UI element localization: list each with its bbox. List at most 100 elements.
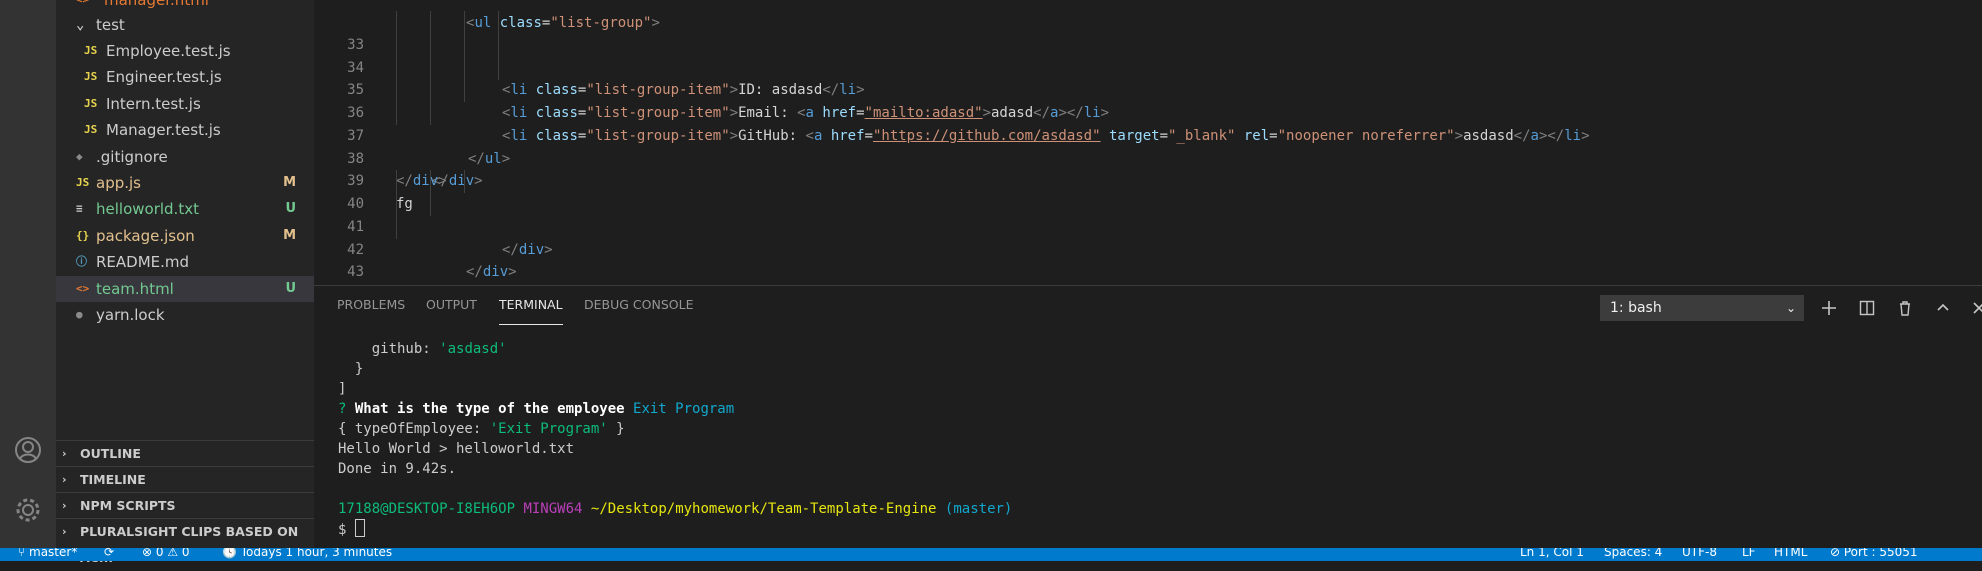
terminal-select-value: 1: bash: [1610, 300, 1662, 316]
terminal-line: Hello World > helloworld.txt: [338, 441, 575, 457]
split-terminal-icon[interactable]: [1854, 295, 1880, 321]
file-tree-item[interactable]: JS Manager.test.js: [56, 117, 314, 143]
code-line: 44: [314, 261, 1982, 284]
file-tree-item[interactable]: ⓘ README.md: [56, 249, 314, 275]
file-tree-label: team.html: [96, 280, 174, 298]
code-line: 40 </div>: [314, 170, 1982, 258]
chevron-right-icon: ›: [62, 499, 67, 512]
file-tree-item[interactable]: {} package.json M: [56, 223, 314, 249]
time-tracker[interactable]: 🕓 Todays 1 hour, 3 minutes: [222, 548, 392, 559]
trash-icon[interactable]: [1892, 295, 1918, 321]
close-icon[interactable]: [1966, 295, 1982, 321]
chevron-down-icon: ⌄: [1785, 301, 1796, 315]
file-tree-item[interactable]: ⌄ test: [56, 12, 314, 38]
section-timeline[interactable]: › TIMELINE: [56, 466, 314, 493]
terminal-select[interactable]: 1: bash ⌄: [1600, 295, 1804, 321]
terminal-line: github: 'asdasd': [338, 341, 507, 357]
file-type-icon: ◆: [76, 150, 83, 163]
code-line: 38 </div>: [314, 125, 1982, 190]
encoding[interactable]: UTF-8: [1682, 548, 1717, 559]
file-tree-item[interactable]: ◆ .gitignore: [56, 144, 314, 170]
file-tree-item[interactable]: <> team.html U: [56, 276, 314, 302]
terminal-line: ? What is the type of the employee Exit …: [338, 401, 735, 417]
code-line: 34 <li class="list-group-item">Email: <a…: [314, 33, 1982, 121]
file-type-icon: JS: [76, 176, 90, 189]
git-status-badge: M: [283, 228, 296, 243]
indentation[interactable]: Spaces: 4: [1604, 548, 1662, 559]
file-tree-label: Intern.test.js: [106, 95, 201, 113]
bottom-panel: PROBLEMS OUTPUT TERMINAL DEBUG CONSOLE 1…: [314, 285, 1982, 549]
terminal-input-line[interactable]: $: [338, 519, 365, 539]
file-tree-label: package.json: [96, 227, 195, 245]
chevron-up-icon[interactable]: [1930, 295, 1956, 321]
terminal-line: ]: [338, 381, 347, 397]
file-tree-item[interactable]: JS app.js M: [56, 170, 314, 196]
status-bar: ⑂ master* ⟳ ⊗ 0 ⚠ 0 🕓 Todays 1 hour, 3 m…: [0, 548, 1982, 561]
sync-icon[interactable]: ⟳: [104, 548, 114, 559]
activity-bar: [0, 0, 56, 548]
git-status-badge: U: [285, 201, 296, 216]
code-line: 35 <li class="list-group-item">GitHub: <…: [314, 56, 1982, 144]
gear-icon[interactable]: [10, 492, 46, 528]
code-line: 41 </div>: [314, 193, 1982, 280]
time-label: Todays 1 hour, 3 minutes: [240, 548, 393, 559]
terminal-line: { typeOfEmployee: 'Exit Program' }: [338, 421, 625, 437]
file-tree-item[interactable]: JS Intern.test.js: [56, 91, 314, 117]
cursor-position[interactable]: Ln 1, Col 1: [1520, 548, 1584, 559]
code-line: 37 </div>: [314, 102, 1982, 189]
section-label: NPM SCRIPTS: [80, 498, 176, 513]
terminal-prompt: 17188@DESKTOP-I8EH6OP MINGW64 ~/Desktop/…: [338, 501, 1013, 517]
code-line: 39 fg: [314, 148, 1982, 212]
file-tree-item[interactable]: ● yarn.lock: [56, 302, 314, 328]
new-terminal-icon[interactable]: [1816, 295, 1842, 321]
code-editor[interactable]: <ul class="list-group"> 33 <li class="li…: [314, 0, 1982, 285]
file-tree-label: helloworld.txt: [96, 200, 199, 218]
code-line: 33 <li class="list-group-item">ID: asdas…: [314, 11, 1982, 98]
code-line: 43 </body>: [314, 239, 1982, 280]
terminal-line: }: [338, 361, 364, 377]
section-pluralsight[interactable]: › PLURALSIGHT CLIPS BASED ON AC...: [56, 518, 314, 565]
file-tree-label: .gitignore: [96, 148, 168, 166]
code-line: 42 </div>: [314, 215, 1982, 258]
file-tree-label: Manager.test.js: [106, 121, 221, 139]
file-type-icon: ⓘ: [76, 255, 87, 268]
file-tree-item[interactable]: JS Engineer.test.js: [56, 64, 314, 90]
language-mode[interactable]: HTML: [1774, 548, 1807, 559]
file-tree-label: Engineer.test.js: [106, 68, 222, 86]
terminal-line: Done in 9.42s.: [338, 461, 457, 477]
section-outline[interactable]: › OUTLINE: [56, 440, 314, 467]
live-server-port[interactable]: ⊘ Port : 55051: [1830, 548, 1918, 559]
file-tree-item[interactable]: JS Employee.test.js: [56, 38, 314, 64]
port-label: Port : 55051: [1843, 548, 1918, 559]
file-type-icon: JS: [84, 97, 98, 110]
file-tree-label: app.js: [96, 174, 141, 192]
account-icon[interactable]: [10, 432, 46, 468]
line-ending[interactable]: LF: [1742, 548, 1756, 559]
tab-debug-console[interactable]: DEBUG CONSOLE: [584, 286, 693, 324]
terminal-cursor: [354, 519, 365, 537]
problems-status[interactable]: ⊗ 0 ⚠ 0: [142, 548, 190, 559]
section-label: PLURALSIGHT CLIPS BASED ON AC...: [80, 524, 299, 565]
branch-status[interactable]: ⑂ master*: [18, 548, 77, 559]
explorer-sidebar: <>manager.html⌄testJSEmployee.test.jsJSE…: [56, 0, 314, 565]
file-tree-label: yarn.lock: [96, 306, 165, 324]
tab-problems[interactable]: PROBLEMS: [337, 286, 405, 324]
file-tree-label: test: [96, 16, 125, 34]
git-status-badge: M: [283, 175, 296, 190]
file-type-icon: JS: [84, 44, 98, 57]
section-label: TIMELINE: [80, 472, 146, 487]
file-tree-label: README.md: [96, 253, 190, 271]
chevron-right-icon: ›: [62, 473, 67, 486]
file-tree-label: Employee.test.js: [106, 42, 231, 60]
section-npm-scripts[interactable]: › NPM SCRIPTS: [56, 492, 314, 519]
tab-terminal[interactable]: TERMINAL: [499, 286, 563, 325]
code-line: 36 </ul>: [314, 79, 1982, 167]
section-label: OUTLINE: [80, 446, 141, 461]
code-line: <ul class="list-group">: [466, 14, 660, 31]
file-type-icon: ≡: [76, 202, 83, 215]
chevron-down-icon: ⌄: [76, 17, 85, 33]
file-type-icon: JS: [84, 70, 98, 83]
file-tree-item[interactable]: ≡ helloworld.txt U: [56, 196, 314, 222]
tab-output[interactable]: OUTPUT: [426, 286, 477, 324]
file-type-icon: {}: [76, 229, 90, 242]
